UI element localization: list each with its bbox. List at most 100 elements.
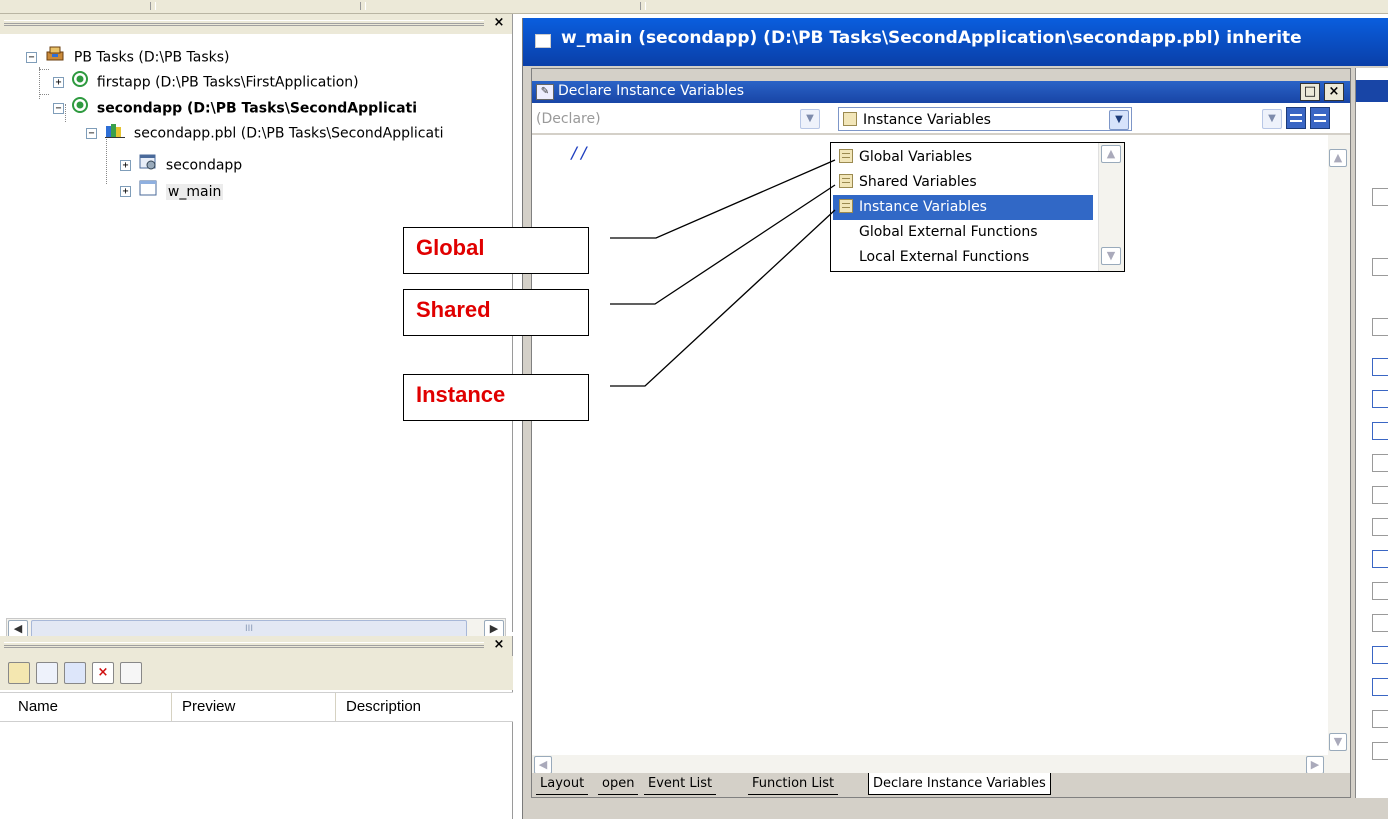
property-checkbox[interactable]	[1372, 518, 1388, 536]
tree-item-target[interactable]: − secondapp (D:\PB Tasks\SecondApplicati	[53, 97, 417, 119]
object-dropdown[interactable]: (Declare) ▼	[532, 107, 822, 131]
event-dropdown[interactable]: Instance Variables ▼	[838, 107, 1132, 131]
dropdown-option-instance-variables[interactable]: Instance Variables	[833, 195, 1093, 220]
properties-caption	[1356, 80, 1388, 102]
close-button[interactable]: ×	[1324, 83, 1344, 101]
scroll-down-button[interactable]: ▼	[1101, 247, 1121, 265]
tab-event-list[interactable]: Event List	[644, 773, 717, 795]
scroll-right-button[interactable]: ▶	[1306, 756, 1324, 774]
property-checkbox[interactable]	[1372, 358, 1388, 376]
event-dropdown-text: Instance Variables	[863, 112, 991, 128]
property-checkbox[interactable]	[1372, 678, 1388, 696]
tree-pane-close-button[interactable]: ×	[492, 16, 506, 30]
object-label: w_main	[165, 183, 224, 200]
script-caption-text: Declare Instance Variables	[558, 83, 745, 99]
object-label: secondapp	[165, 157, 243, 174]
painter-title: w_main (secondapp) (D:\PB Tasks\SecondAp…	[561, 28, 1302, 48]
properties-pane	[1355, 68, 1388, 798]
dropdown-arrow-icon[interactable]: ▼	[1262, 109, 1282, 129]
column-header-name[interactable]: Name	[12, 693, 172, 721]
variable-type-dropdown-list[interactable]: Global Variables Shared Variables Instan…	[830, 142, 1125, 272]
property-field[interactable]	[1372, 318, 1388, 336]
dropdown-option-local-external-functions[interactable]: Local External Functions	[833, 245, 1093, 270]
maximize-button[interactable]: □	[1300, 83, 1320, 101]
target-label: firstapp (D:\PB Tasks\FirstApplication)	[96, 74, 359, 91]
toolbar-grip	[360, 2, 366, 10]
variables-icon	[843, 112, 857, 126]
tree-item-workspace[interactable]: − PB Tasks (D:\PB Tasks)	[26, 46, 230, 68]
script-icon: ✎	[536, 84, 554, 100]
property-checkbox[interactable]	[1372, 390, 1388, 408]
expand-toggle[interactable]: +	[120, 186, 131, 197]
split-view-button[interactable]	[1286, 107, 1306, 129]
callout-shared: Shared	[403, 289, 589, 336]
property-checkbox[interactable]	[1372, 422, 1388, 440]
application-icon	[139, 153, 157, 178]
paste-icon[interactable]	[8, 662, 30, 684]
clip-pane-close-button[interactable]: ×	[492, 638, 506, 652]
column-header-preview[interactable]: Preview	[176, 693, 336, 721]
property-checkbox[interactable]	[1372, 550, 1388, 568]
delete-icon[interactable]: ×	[92, 662, 114, 684]
code-text: //	[570, 143, 590, 162]
window-icon	[139, 179, 157, 204]
property-field[interactable]	[1372, 188, 1388, 206]
editor-vertical-scrollbar[interactable]: ▲ ▼	[1328, 135, 1350, 755]
variables-icon	[839, 199, 853, 213]
dropdown-option-shared-variables[interactable]: Shared Variables	[833, 170, 1093, 195]
expand-toggle[interactable]: +	[53, 77, 64, 88]
dropdown-scrollbar[interactable]: ▲ ▼	[1098, 143, 1124, 271]
property-checkbox[interactable]	[1372, 710, 1388, 728]
property-checkbox[interactable]	[1372, 646, 1388, 664]
tab-layout[interactable]: Layout	[536, 773, 589, 795]
tree-item-object[interactable]: + w_main	[120, 179, 224, 204]
rename-icon[interactable]	[64, 662, 86, 684]
tree-item-library[interactable]: − secondapp.pbl (D:\PB Tasks\SecondAppli…	[86, 122, 443, 144]
property-checkbox[interactable]	[1372, 486, 1388, 504]
scroll-down-button[interactable]: ▼	[1329, 733, 1347, 751]
window-painter: w_main (secondapp) (D:\PB Tasks\SecondAp…	[522, 18, 1388, 819]
tree-item-object[interactable]: + secondapp	[120, 153, 242, 175]
property-checkbox[interactable]	[1372, 582, 1388, 600]
variables-icon	[839, 149, 853, 163]
property-field[interactable]	[1372, 258, 1388, 276]
tab-declare-instance-variables[interactable]: Declare Instance Variables	[868, 773, 1051, 795]
target-icon	[72, 71, 89, 94]
tab-open[interactable]: open	[598, 773, 639, 795]
scroll-left-button[interactable]: ◀	[534, 756, 552, 774]
variables-icon	[839, 174, 853, 188]
option-label: Shared Variables	[859, 174, 977, 190]
dropdown-arrow-icon[interactable]: ▼	[1109, 110, 1129, 130]
window-icon	[535, 34, 551, 48]
callout-instance: Instance	[403, 374, 589, 421]
property-checkbox[interactable]	[1372, 614, 1388, 632]
main-toolbar-strip	[0, 0, 1388, 14]
expand-toggle[interactable]: +	[120, 160, 131, 171]
editor-horizontal-scrollbar[interactable]: ◀ ▶	[532, 755, 1350, 775]
callout-global: Global	[403, 227, 589, 274]
property-checkbox[interactable]	[1372, 742, 1388, 760]
dropdown-option-global-variables[interactable]: Global Variables	[833, 145, 1093, 170]
collapse-toggle[interactable]: −	[86, 128, 97, 139]
dropdown-arrow-icon[interactable]: ▼	[800, 109, 820, 129]
target-label: secondapp (D:\PB Tasks\SecondApplicati	[96, 100, 418, 117]
scroll-up-button[interactable]: ▲	[1329, 149, 1347, 167]
property-checkbox[interactable]	[1372, 454, 1388, 472]
tree-item-target[interactable]: + firstapp (D:\PB Tasks\FirstApplication…	[53, 71, 359, 93]
option-label: Local External Functions	[859, 249, 1030, 265]
split-view-button[interactable]	[1310, 107, 1330, 129]
option-label: Global Variables	[859, 149, 973, 165]
event-dropdown-value: Instance Variables	[843, 110, 991, 130]
ancestor-dropdown[interactable]: ▼	[1136, 107, 1284, 131]
workspace-label: PB Tasks (D:\PB Tasks)	[73, 49, 230, 66]
collapse-toggle[interactable]: −	[26, 52, 37, 63]
library-label: secondapp.pbl (D:\PB Tasks\SecondApplica…	[133, 125, 444, 142]
scroll-up-button[interactable]: ▲	[1101, 145, 1121, 163]
copy-icon[interactable]	[36, 662, 58, 684]
painter-titlebar[interactable]: w_main (secondapp) (D:\PB Tasks\SecondAp…	[523, 18, 1388, 66]
edit-icon[interactable]	[120, 662, 142, 684]
tab-function-list[interactable]: Function List	[748, 773, 839, 795]
dropdown-option-global-external-functions[interactable]: Global External Functions	[833, 220, 1093, 245]
column-header-description[interactable]: Description	[340, 693, 500, 721]
collapse-toggle[interactable]: −	[53, 103, 64, 114]
